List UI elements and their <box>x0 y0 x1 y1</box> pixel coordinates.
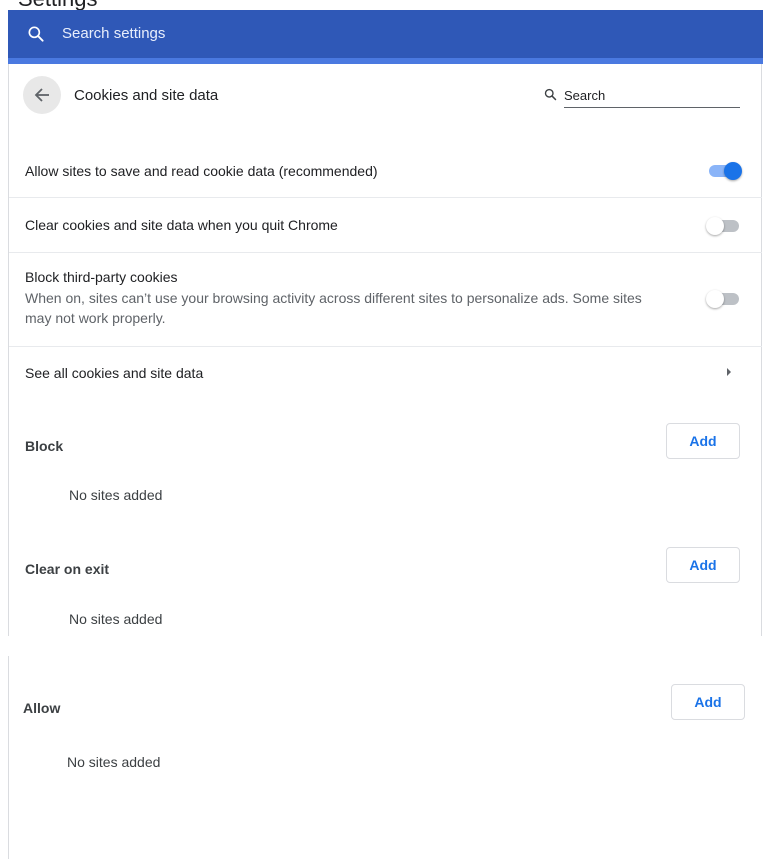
block-third-party-toggle[interactable] <box>706 289 742 309</box>
search-icon <box>544 88 557 101</box>
search-settings-placeholder[interactable]: Search settings <box>62 25 165 42</box>
allow-empty-message: No sites added <box>67 754 161 770</box>
subpage-search-input[interactable] <box>564 84 740 108</box>
setting-label: Allow sites to save and read cookie data… <box>25 163 378 179</box>
add-clear-on-exit-site-button[interactable]: Add <box>666 547 740 583</box>
clear-on-quit-toggle[interactable] <box>706 216 742 236</box>
setting-label: See all cookies and site data <box>25 365 204 381</box>
block-section-title: Block <box>25 438 64 454</box>
clear-on-exit-empty-message: No sites added <box>69 611 163 627</box>
setting-row-see-all-cookies[interactable]: See all cookies and site data <box>9 346 762 398</box>
toggle-knob <box>706 217 724 235</box>
setting-label: Clear cookies and site data when you qui… <box>25 217 338 233</box>
page-title: Cookies and site data <box>74 87 219 104</box>
window-title-text: Settings <box>18 0 98 10</box>
back-button[interactable] <box>23 76 61 114</box>
clear-on-exit-section-title: Clear on exit <box>25 561 110 577</box>
toggle-knob <box>706 290 724 308</box>
add-allow-site-button[interactable]: Add <box>671 684 745 720</box>
allow-section-card: Allow Add No sites added <box>8 656 763 859</box>
partial-window-title: Settings <box>0 0 763 10</box>
setting-row-block-third-party[interactable]: Block third-party cookies When on, sites… <box>9 252 762 346</box>
search-icon <box>28 26 44 42</box>
allow-cookies-toggle[interactable] <box>706 161 742 181</box>
toggle-knob <box>724 162 742 180</box>
block-empty-message: No sites added <box>69 487 163 503</box>
subpage-search[interactable] <box>543 84 740 108</box>
setting-description: When on, sites can’t use your browsing a… <box>25 290 642 326</box>
setting-label: Block third-party cookies <box>25 269 178 285</box>
cookies-settings-card: Cookies and site data Allow sites to sav… <box>8 64 762 636</box>
chevron-right-icon <box>727 368 731 376</box>
add-block-site-button[interactable]: Add <box>666 423 740 459</box>
setting-row-allow-cookies[interactable]: Allow sites to save and read cookie data… <box>9 144 762 197</box>
allow-section-title: Allow <box>23 700 61 716</box>
top-search-bar[interactable]: Search settings <box>8 10 763 58</box>
arrow-left-icon <box>34 88 49 102</box>
setting-row-clear-on-quit[interactable]: Clear cookies and site data when you qui… <box>9 197 762 252</box>
